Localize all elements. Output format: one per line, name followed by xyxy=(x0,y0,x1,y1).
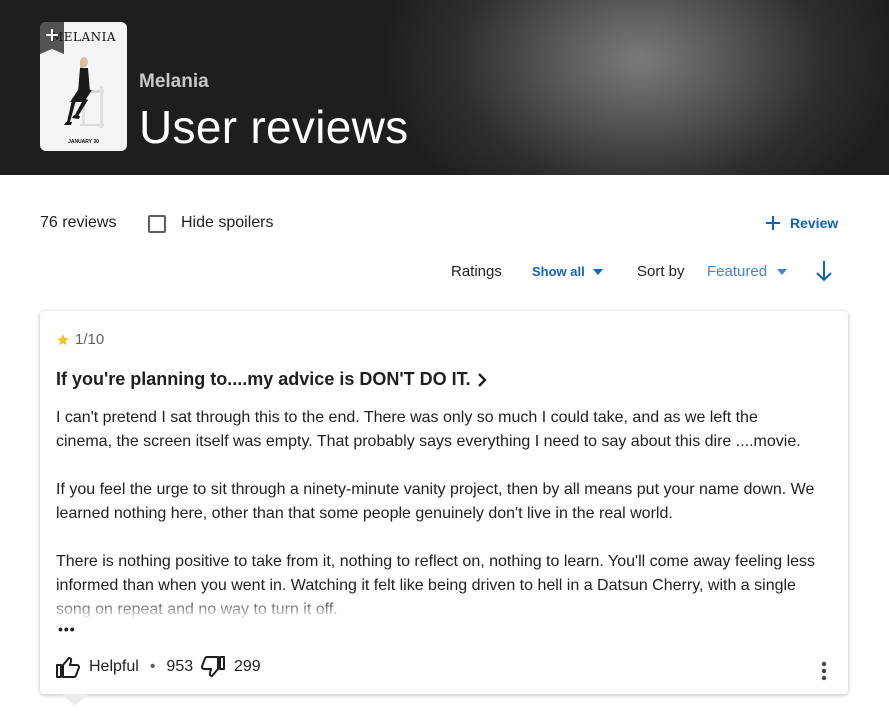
star-icon xyxy=(57,333,69,345)
unhelpful-count: 299 xyxy=(234,658,261,675)
reviews-count: 76 reviews xyxy=(40,214,117,231)
thumbs-up-icon xyxy=(56,657,80,678)
helpful-button[interactable]: Helpful • 953 xyxy=(56,656,193,678)
hide-spoilers-label[interactable]: Hide spoilers xyxy=(181,214,273,232)
card-pointer-tail xyxy=(62,694,88,706)
helpful-count: 953 xyxy=(166,658,194,675)
add-review-label: Review xyxy=(790,215,839,231)
poster-date-text: JANUARY 30 xyxy=(68,139,99,145)
review-title-link[interactable]: If you're planning to....my advice is DO… xyxy=(56,369,487,390)
review-title-text: If you're planning to....my advice is DO… xyxy=(56,369,471,389)
sort-by-dropdown[interactable]: Featured xyxy=(707,263,788,280)
more-options-kebab-icon[interactable] xyxy=(816,661,832,681)
plus-icon xyxy=(766,216,780,230)
caret-down-icon xyxy=(777,268,788,275)
caret-down-icon xyxy=(592,268,603,275)
review-body: I can't pretend I sat through this to th… xyxy=(56,406,816,632)
sort-by-label: Sort by xyxy=(637,263,685,280)
review-paragraph: If you feel the urge to sit through a ni… xyxy=(56,481,815,522)
movie-poster[interactable]: MELANIA JANUARY 30 xyxy=(40,22,127,151)
not-helpful-button[interactable]: 299 xyxy=(201,656,261,678)
ratings-filter-dropdown[interactable]: Show all xyxy=(532,264,603,279)
add-to-watchlist-ribbon[interactable] xyxy=(40,22,64,54)
review-paragraph: I can't pretend I sat through this to th… xyxy=(56,409,801,450)
poster-figure-image xyxy=(64,57,104,128)
sort-by-value: Featured xyxy=(707,263,768,280)
hero-header: MELANIA JANUARY 30 Melania User reviews xyxy=(0,0,889,175)
movie-title-link[interactable]: Melania xyxy=(139,71,209,93)
sort-direction-arrow-down-icon[interactable] xyxy=(813,259,835,283)
review-rating: 1/10 xyxy=(56,331,104,348)
helpful-label: Helpful xyxy=(89,658,139,675)
separator-dot: • xyxy=(149,658,156,675)
rating-value: 1/10 xyxy=(75,331,105,348)
hide-spoilers-checkbox[interactable] xyxy=(148,215,166,233)
page-title: User reviews xyxy=(139,101,409,153)
add-review-button[interactable]: Review xyxy=(764,210,838,236)
chevron-right-icon xyxy=(477,372,487,387)
ratings-filter-label: Ratings xyxy=(451,263,502,280)
expand-review-button[interactable]: ••• xyxy=(58,622,76,636)
ratings-filter-value: Show all xyxy=(532,264,585,279)
text-fade-overlay xyxy=(56,598,816,632)
thumbs-down-icon xyxy=(201,656,225,677)
review-card: 1/10 If you're planning to....my advice … xyxy=(40,311,848,694)
